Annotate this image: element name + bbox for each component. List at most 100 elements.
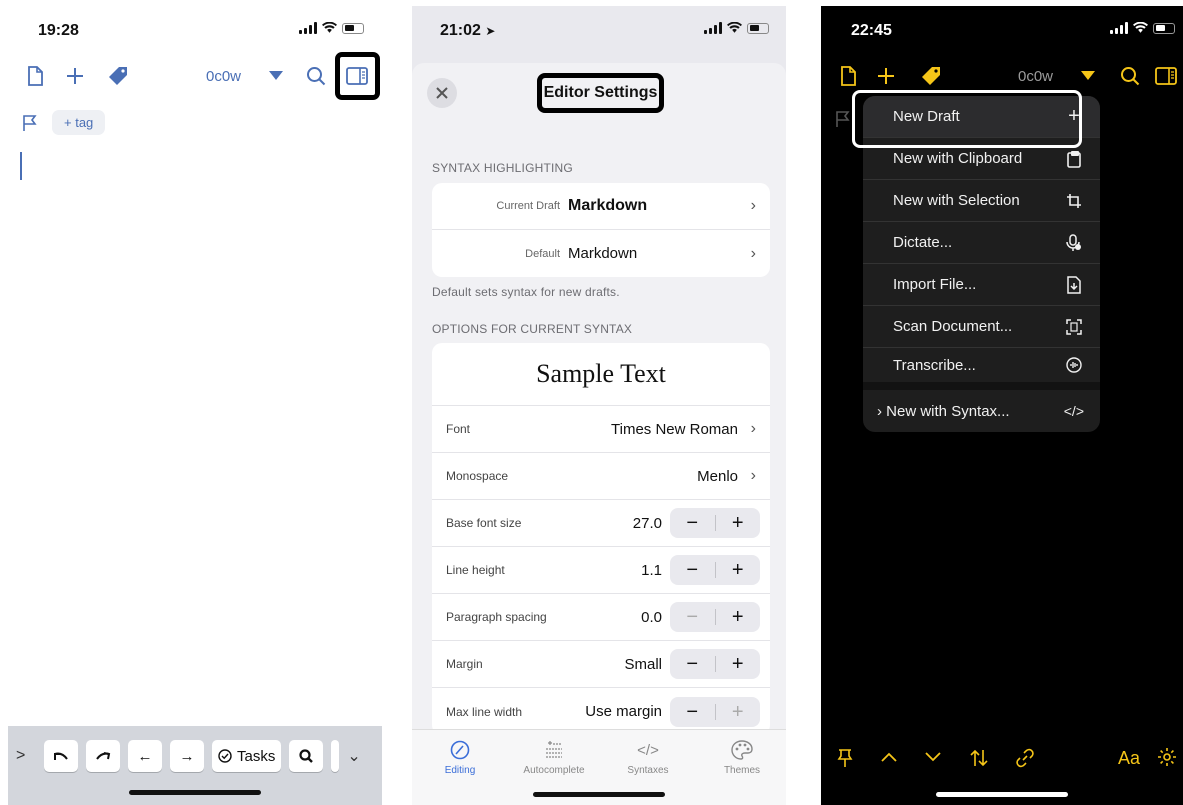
section-header-syntax: SYNTAX HIGHLIGHTING — [432, 161, 573, 175]
settings-sheet: Editor Settings SYNTAX HIGHLIGHTING Curr… — [412, 63, 786, 805]
base-font-size-value: 27.0 — [632, 514, 662, 532]
line-height-value: 1.1 — [641, 561, 662, 579]
partial-key-button[interactable] — [331, 740, 340, 772]
format-button[interactable]: Aa — [1118, 748, 1140, 769]
search-key-button[interactable] — [289, 740, 324, 772]
font-row[interactable]: Font Times New Roman › — [432, 406, 770, 453]
font-label: Font — [446, 422, 471, 436]
chevron-up-icon[interactable] — [881, 752, 897, 762]
menu-item-import-file[interactable]: Import File... — [863, 264, 1100, 306]
flag-icon[interactable] — [22, 114, 38, 132]
increment-button[interactable]: + — [716, 649, 761, 679]
highlight-box — [852, 90, 1082, 148]
line-height-row: Line height 1.1 − + — [432, 547, 770, 594]
redo-button[interactable] — [86, 740, 120, 772]
battery-icon — [747, 22, 769, 34]
tab-autocomplete[interactable]: Autocomplete — [514, 738, 594, 776]
menu-item-scan-document[interactable]: Scan Document... — [863, 306, 1100, 348]
import-icon — [1067, 275, 1081, 294]
document-icon[interactable] — [20, 61, 50, 91]
syntax-footnote: Default sets syntax for new drafts. — [432, 285, 620, 299]
wifi-icon — [727, 22, 742, 33]
chevron-right-icon: › — [750, 244, 756, 262]
paragraph-spacing-value: 0.0 — [641, 608, 662, 626]
location-arrow-icon: ➤ — [485, 24, 496, 38]
word-counter[interactable]: 0c0w — [1018, 68, 1053, 85]
increment-button[interactable]: + — [716, 602, 761, 632]
arrow-right-button[interactable]: → — [170, 740, 204, 772]
menu-item-label: New with Syntax... — [886, 402, 1010, 420]
search-icon[interactable] — [301, 61, 331, 91]
keyboard-toolbar: > ← → Tasks ⌄ — [8, 726, 382, 805]
paragraph-spacing-row: Paragraph spacing 0.0 − + — [432, 594, 770, 641]
tasks-button[interactable]: Tasks — [212, 740, 282, 772]
document-icon[interactable] — [833, 61, 863, 91]
decrement-button[interactable]: − — [670, 697, 715, 727]
tag-row: + tag — [22, 110, 106, 135]
base-font-size-label: Base font size — [446, 516, 522, 530]
tab-themes[interactable]: Themes — [702, 738, 782, 776]
link-icon[interactable] — [1015, 748, 1035, 768]
tab-syntaxes[interactable]: </> Syntaxes — [608, 738, 688, 777]
paragraph-spacing-stepper: − + — [670, 602, 760, 632]
tag-icon[interactable] — [916, 61, 946, 91]
decrement-button[interactable]: − — [670, 508, 715, 538]
undo-button[interactable] — [44, 740, 78, 772]
sidebar-toggle-icon[interactable] — [1151, 61, 1181, 91]
battery-icon — [342, 22, 364, 34]
gear-icon[interactable] — [1157, 747, 1177, 767]
tab-editing[interactable]: Editing — [420, 738, 500, 776]
increment-button[interactable]: + — [716, 508, 761, 538]
decrement-button[interactable]: − — [670, 555, 715, 585]
menu-item-dictate[interactable]: Dictate... — [863, 222, 1100, 264]
menu-item-new-with-selection[interactable]: New with Selection — [863, 180, 1100, 222]
base-font-size-stepper: − + — [670, 508, 760, 538]
compass-icon — [450, 740, 470, 760]
menu-item-new-with-syntax[interactable]: › New with Syntax... </> — [863, 390, 1100, 432]
menu-item-label: Dictate... — [893, 234, 953, 251]
options-group: Sample Text Font Times New Roman › Monos… — [432, 343, 770, 735]
margin-label: Margin — [446, 657, 483, 671]
dropdown-triangle-icon[interactable] — [261, 61, 291, 91]
menu-item-label: Import File... — [893, 276, 977, 293]
decrement-button[interactable]: − — [670, 649, 715, 679]
word-counter[interactable]: 0c0w — [206, 68, 241, 85]
menu-item-label: Scan Document... — [893, 318, 1013, 335]
current-draft-row[interactable]: Current Draft Markdown › — [432, 183, 770, 230]
dropdown-triangle-icon[interactable] — [1073, 61, 1103, 91]
status-time: 22:45 — [851, 22, 892, 39]
plus-icon[interactable] — [60, 61, 90, 91]
sort-arrows-icon[interactable] — [969, 748, 989, 768]
add-tag-button[interactable]: + tag — [52, 110, 106, 135]
status-time: 21:02 ➤ — [440, 22, 496, 39]
section-header-options: OPTIONS FOR CURRENT SYNTAX — [432, 322, 633, 336]
decrement-button[interactable]: − — [670, 602, 715, 632]
palette-icon — [731, 740, 753, 760]
chevron-down-icon[interactable] — [925, 752, 941, 762]
tag-icon[interactable] — [103, 61, 133, 91]
waveform-icon — [1066, 357, 1082, 373]
text-cursor — [20, 152, 22, 180]
close-button[interactable] — [427, 78, 457, 108]
flag-icon[interactable] — [835, 110, 851, 128]
undo-icon — [54, 752, 68, 760]
search-icon[interactable] — [1115, 61, 1145, 91]
sample-text: Sample Text — [536, 359, 666, 388]
expand-chevron-icon[interactable]: > — [16, 747, 36, 765]
menu-item-transcribe[interactable]: Transcribe... — [863, 348, 1100, 390]
plus-icon[interactable] — [871, 61, 901, 91]
pin-icon[interactable] — [837, 748, 853, 768]
default-syntax-row[interactable]: Default Markdown › — [432, 230, 770, 277]
increment-button[interactable]: + — [716, 555, 761, 585]
arrow-left-button[interactable]: ← — [128, 740, 162, 772]
dismiss-keyboard-chevron-icon[interactable]: ⌄ — [347, 746, 360, 766]
wifi-icon — [1133, 22, 1148, 33]
default-label: Default — [525, 247, 560, 260]
increment-button[interactable]: + — [716, 697, 761, 727]
status-indicators — [1110, 22, 1175, 34]
tab-autocomplete-label: Autocomplete — [523, 765, 585, 776]
line-height-label: Line height — [446, 563, 505, 577]
tab-themes-label: Themes — [723, 765, 761, 776]
monospace-row[interactable]: Monospace Menlo › — [432, 453, 770, 500]
font-value: Times New Roman — [611, 420, 738, 438]
